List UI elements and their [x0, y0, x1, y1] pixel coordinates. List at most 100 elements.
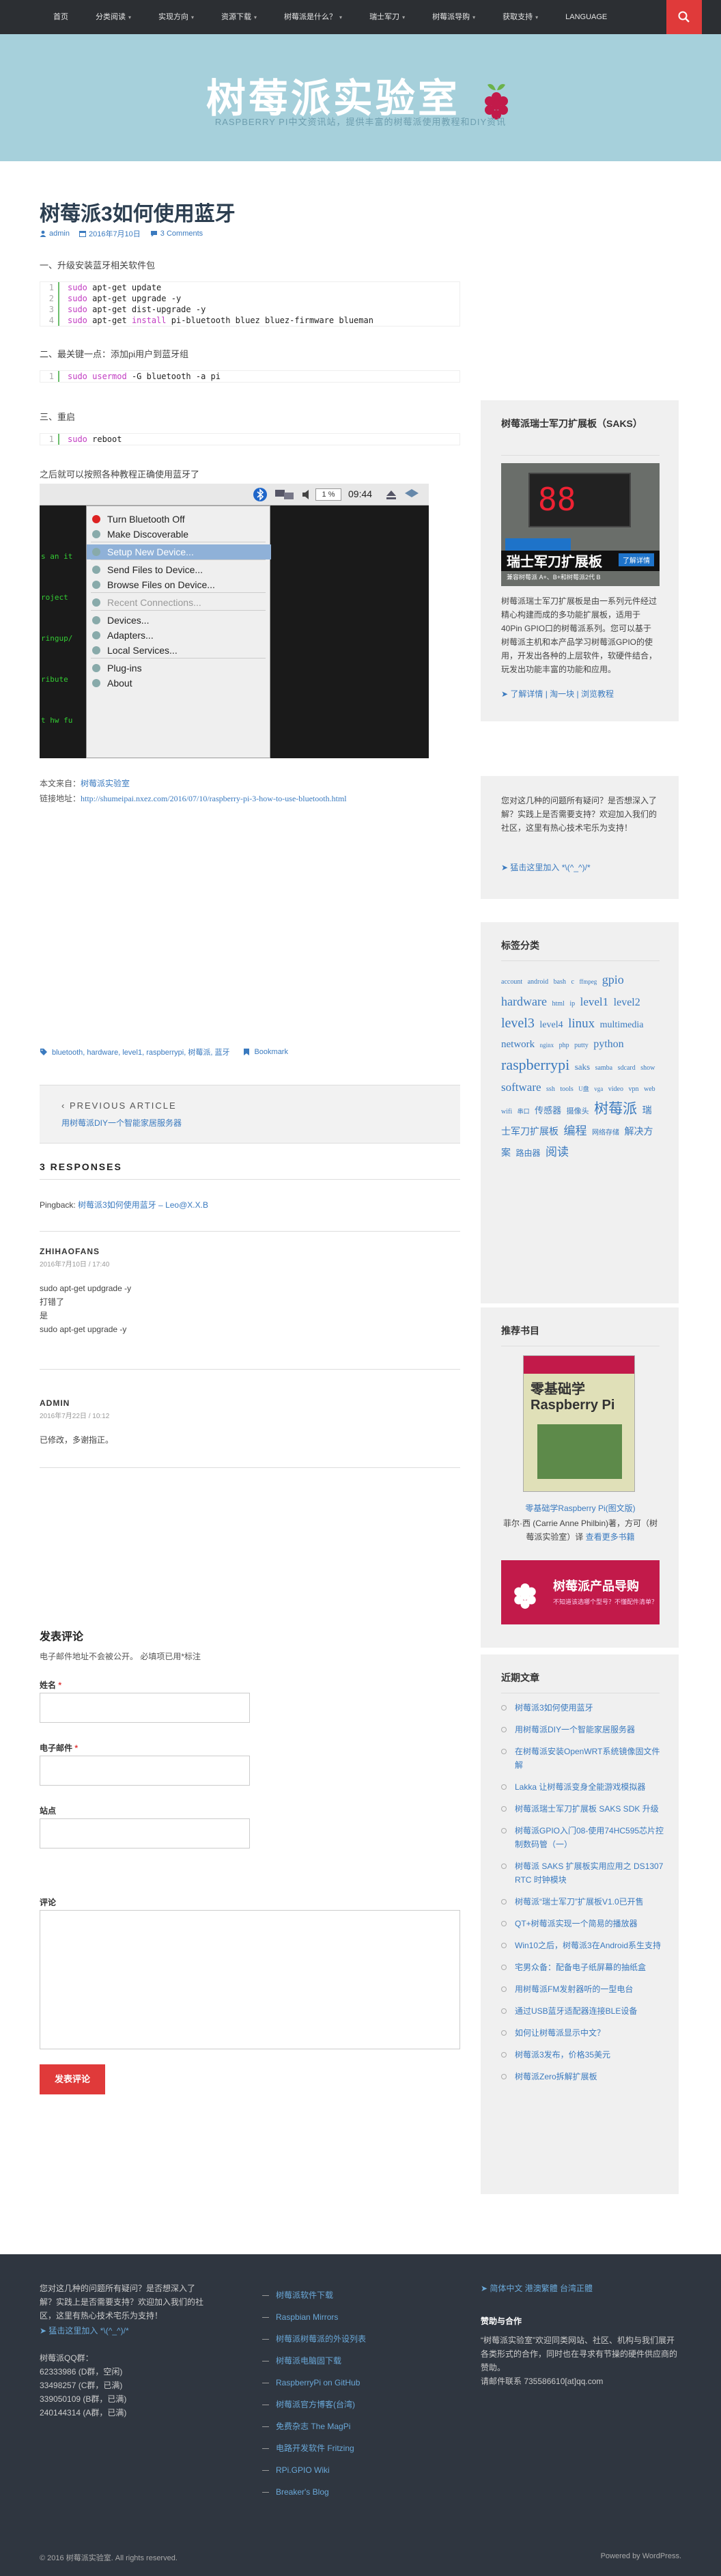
tag-link[interactable]: software	[501, 1081, 541, 1094]
recent-post-link[interactable]: 通过USB蓝牙适配器连接BLE设备	[501, 2004, 665, 2018]
permalink-link[interactable]: http://shumeipai.nxez.com/2016/07/10/ras…	[81, 794, 347, 803]
book-caption-link[interactable]: 零基础学Raspberry Pi(图文版)	[501, 1501, 660, 1515]
previous-article-link[interactable]: 用树莓派DIY一个智能家居服务器	[61, 1117, 182, 1128]
tag-link[interactable]: 路由器	[516, 1148, 541, 1158]
tag-link[interactable]: ip	[569, 1000, 575, 1008]
search-button[interactable]	[666, 0, 702, 34]
recent-post-link[interactable]: 树莓派瑞士军刀扩展板 SAKS SDK 升级	[501, 1802, 665, 1816]
nav-item[interactable]: 树莓派是什么？ ▾	[270, 0, 356, 34]
recent-post-link[interactable]: 树莓派“瑞士军刀”扩展板V1.0已开售	[501, 1895, 665, 1909]
tag-link[interactable]: wifi	[501, 1108, 512, 1116]
footer-link[interactable]: RPi.GPIO Wiki	[262, 2463, 426, 2477]
footer-link[interactable]: 树莓派软件下载	[262, 2288, 426, 2302]
tag-link[interactable]: linux	[568, 1016, 595, 1031]
bluetooth-menu-item[interactable]: About	[87, 676, 271, 691]
footer-link[interactable]: 电路开发软件 Fritzing	[262, 2441, 426, 2455]
community-join-link[interactable]: ➤ 猛击这里加入 *\(^_^)/*	[501, 861, 660, 874]
bluetooth-menu-item[interactable]: Plug-ins	[87, 661, 271, 676]
post-date[interactable]: 2016年7月10日	[79, 228, 141, 239]
bluetooth-menu-item[interactable]: Setup New Device...	[87, 544, 271, 559]
tag-link[interactable]: video	[608, 1085, 623, 1093]
tag-link[interactable]: multimedia	[600, 1020, 644, 1030]
bluetooth-menu-item[interactable]: Adapters...	[87, 628, 271, 643]
pingback-link[interactable]: 树莓派3如何使用蓝牙 – Leo@X.X.B	[78, 1200, 208, 1210]
recent-post-link[interactable]: Lakka 让树莓派变身全能游戏模拟器	[501, 1780, 665, 1794]
footer-link[interactable]: 树莓派官方博客(台湾)	[262, 2398, 426, 2411]
recent-post-link[interactable]: 树莓派3发布，价格35美元	[501, 2048, 665, 2062]
nav-item[interactable]: 树莓派导购 ▾	[419, 0, 489, 34]
recent-post-link[interactable]: QT+树莓派实现一个简易的播放器	[501, 1917, 665, 1930]
tag-link[interactable]: android	[528, 978, 549, 986]
tag-link[interactable]: 传感器	[535, 1105, 561, 1116]
bluetooth-menu-item[interactable]: Make Discoverable	[87, 527, 271, 542]
nav-item[interactable]: 资源下载 ▾	[208, 0, 270, 34]
more-books-link[interactable]: 查看更多书籍	[586, 1532, 635, 1542]
recent-post-link[interactable]: 树莓派 SAKS 扩展板实用应用之 DS1307 RTC 时钟模块	[501, 1859, 665, 1887]
footer-link[interactable]: Breaker's Blog	[262, 2485, 426, 2499]
footer-link[interactable]: 免费杂志 The MagPi	[262, 2420, 426, 2433]
recent-post-link[interactable]: 用树莓派DIY一个智能家居服务器	[501, 1723, 665, 1736]
tag-link[interactable]: level1	[580, 995, 609, 1008]
tag-link[interactable]: saks	[575, 1062, 590, 1072]
tag-link[interactable]: 网络存储	[592, 1129, 619, 1137]
comment-date[interactable]: 2016年7月22日 / 10:12	[40, 1410, 113, 1424]
bluetooth-menu-item[interactable]: Send Files to Device...	[87, 562, 271, 577]
post-comments-text[interactable]: 3 Comments	[160, 230, 203, 238]
tag-link[interactable]: nginx	[540, 1042, 554, 1049]
tag-link[interactable]: raspberrypi	[501, 1056, 569, 1073]
tag-link[interactable]: web	[644, 1085, 655, 1093]
nav-item[interactable]: 获取支持 ▾	[489, 0, 552, 34]
tag-link[interactable]: bash	[554, 978, 566, 986]
source-link[interactable]: 树莓派实验室	[81, 779, 130, 788]
tag-link[interactable]: python	[593, 1038, 623, 1050]
bluetooth-menu-item[interactable]: Local Services...	[87, 643, 271, 658]
nav-item[interactable]: 首页	[40, 0, 82, 34]
recent-post-link[interactable]: 在树莓派安装OpenWRT系统镜像固文件解	[501, 1745, 665, 1772]
tag-link[interactable]: show	[640, 1064, 655, 1072]
saks-product-image[interactable]: 88 瑞士军刀扩展板 兼容树莓派 A+、B+和树莓派2代 B 了解详情	[501, 463, 660, 586]
footer-link[interactable]: RaspberryPi on GitHub	[262, 2376, 426, 2390]
tag-link[interactable]: php	[559, 1042, 569, 1049]
recent-post-link[interactable]: 宅男众备：配备电子纸屏幕的抽纸盒	[501, 1961, 665, 1974]
tag-link[interactable]: 摄像头	[567, 1107, 589, 1116]
tag-link[interactable]: 编程	[564, 1124, 587, 1137]
footer-link[interactable]: 树莓派树莓派的外设列表	[262, 2332, 426, 2346]
language-switcher[interactable]: ➤ 简体中文 港澳繁體 台湾正體	[481, 2282, 679, 2295]
tag-link[interactable]: samba	[595, 1064, 613, 1072]
bookmark-link[interactable]: Bookmark	[254, 1048, 288, 1056]
nav-item[interactable]: 瑞士军刀 ▾	[356, 0, 419, 34]
powered-by[interactable]: Powered by WordPress.	[601, 2552, 681, 2560]
tag-list[interactable]: bluetooth, hardware, level1, raspberrypi…	[52, 1047, 229, 1057]
tag-link[interactable]: U盘	[578, 1085, 589, 1092]
bluetooth-menu-item[interactable]: Browse Files on Device...	[87, 577, 271, 592]
tag-link[interactable]: putty	[574, 1042, 589, 1049]
tag-link[interactable]: tools	[560, 1085, 573, 1093]
tag-link[interactable]: level4	[539, 1020, 563, 1030]
tag-link[interactable]: gpio	[602, 973, 624, 986]
tag-link[interactable]: html	[552, 1000, 564, 1008]
footer-link[interactable]: Raspbian Mirrors	[262, 2310, 426, 2324]
recent-post-link[interactable]: 用树莓派FM发射器听的一型电台	[501, 1982, 665, 1996]
submit-comment-button[interactable]: 发表评论	[40, 2064, 105, 2094]
post-title[interactable]: 树莓派3如何使用蓝牙	[40, 197, 236, 227]
recent-post-link[interactable]: 树莓派Zero拆解扩展板	[501, 2070, 665, 2083]
site-field[interactable]	[40, 1818, 250, 1848]
saks-links[interactable]: ➤ 了解详情 | 淘一块 | 浏览教程	[501, 687, 660, 701]
tag-link[interactable]: level2	[614, 997, 640, 1008]
tag-link[interactable]: account	[501, 978, 522, 986]
comment-textarea[interactable]	[40, 1910, 460, 2049]
comment-date[interactable]: 2016年7月10日 / 17:40	[40, 1258, 131, 1272]
tag-link[interactable]: c	[571, 978, 574, 986]
previous-article-nav[interactable]: ‹ PREVIOUS ARTICLE 用树莓派DIY一个智能家居服务器	[40, 1085, 460, 1144]
name-field[interactable]	[40, 1693, 250, 1723]
tag-link[interactable]: vpn	[629, 1085, 639, 1093]
post-author[interactable]: admin	[40, 228, 70, 239]
tag-link[interactable]: sdcard	[618, 1064, 636, 1072]
nav-item[interactable]: 实现方向 ▾	[145, 0, 208, 34]
tag-link[interactable]: network	[501, 1039, 535, 1050]
recent-post-link[interactable]: 树莓派GPIO入门08-使用74HC595芯片控制数码管（一）	[501, 1824, 665, 1851]
nav-item[interactable]: 分类阅读 ▾	[82, 0, 145, 34]
bluetooth-menu-item[interactable]: Turn Bluetooth Off	[87, 512, 271, 527]
bluetooth-menu-item[interactable]: Recent Connections...	[87, 595, 271, 610]
tag-link[interactable]: vga	[594, 1085, 603, 1092]
